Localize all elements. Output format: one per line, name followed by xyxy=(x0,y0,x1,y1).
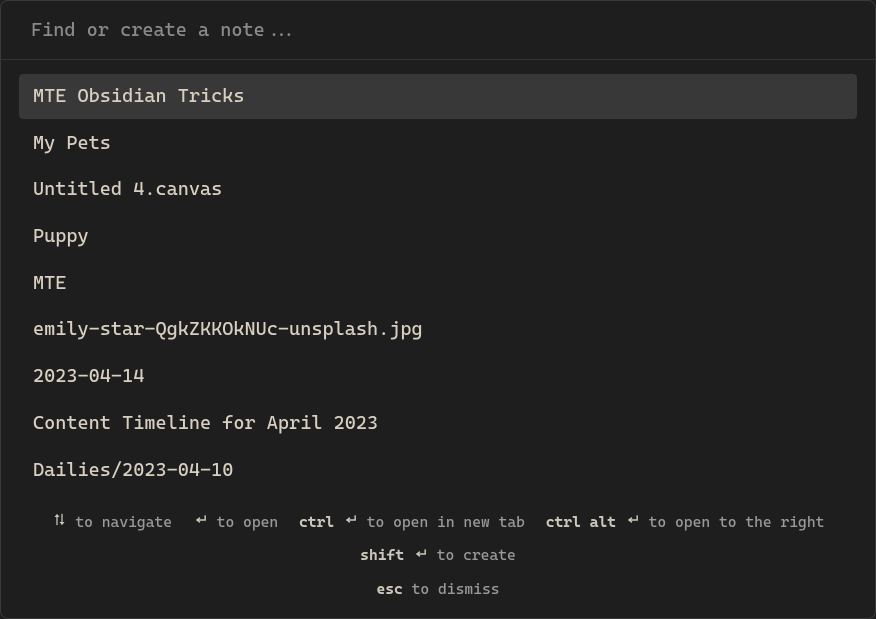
hint-esc-key: esc xyxy=(376,580,402,598)
result-item[interactable]: Dailies/2023-04-10 xyxy=(19,448,857,492)
result-item[interactable]: emily-star-QgkZKKOkNUc-unsplash.jpg xyxy=(19,307,857,352)
enter-icon xyxy=(413,540,428,573)
search-container xyxy=(1,1,875,60)
arrows-up-down-icon xyxy=(52,506,67,539)
hint-dismiss: esc to dismiss xyxy=(376,573,499,606)
hint-open-new-tab-text: to open in new tab xyxy=(367,513,525,531)
result-item[interactable]: My Pets xyxy=(19,121,857,166)
hint-navigate: to navigate xyxy=(52,506,172,540)
hint-ctrl-alt-key: ctrl alt xyxy=(546,513,616,531)
result-item[interactable]: 2023-04-14 xyxy=(19,354,857,399)
hint-open-right-text: to open to the right xyxy=(649,513,825,531)
result-item[interactable]: Untitled 4.canvas xyxy=(19,167,857,212)
hint-shift-key: shift xyxy=(360,546,404,564)
hint-dismiss-text: to dismiss xyxy=(412,580,500,598)
keyboard-hints: to navigate to open ctrl to open in new … xyxy=(1,492,875,618)
quick-switcher-modal: MTE Obsidian TricksMy PetsUntitled 4.can… xyxy=(0,0,876,619)
result-item[interactable]: MTE Obsidian Tricks xyxy=(19,74,857,119)
hint-open-right: ctrl alt to open to the right xyxy=(546,506,825,540)
result-item[interactable]: Content Timeline for April 2023 xyxy=(19,401,857,446)
hint-open-new-tab: ctrl to open in new tab xyxy=(299,506,525,540)
result-item[interactable]: MTE xyxy=(19,261,857,306)
hint-ctrl-key: ctrl xyxy=(299,513,334,531)
enter-icon xyxy=(625,506,640,539)
enter-icon xyxy=(343,506,358,539)
hint-open: to open xyxy=(193,506,278,540)
hint-create: shift to create xyxy=(360,539,516,573)
results-list: MTE Obsidian TricksMy PetsUntitled 4.can… xyxy=(1,60,875,492)
hint-open-text: to open xyxy=(217,513,279,531)
hint-create-text: to create xyxy=(437,546,516,564)
enter-icon xyxy=(193,506,208,539)
hint-navigate-text: to navigate xyxy=(75,513,172,531)
result-item[interactable]: Puppy xyxy=(19,214,857,259)
search-input[interactable] xyxy=(1,1,875,59)
